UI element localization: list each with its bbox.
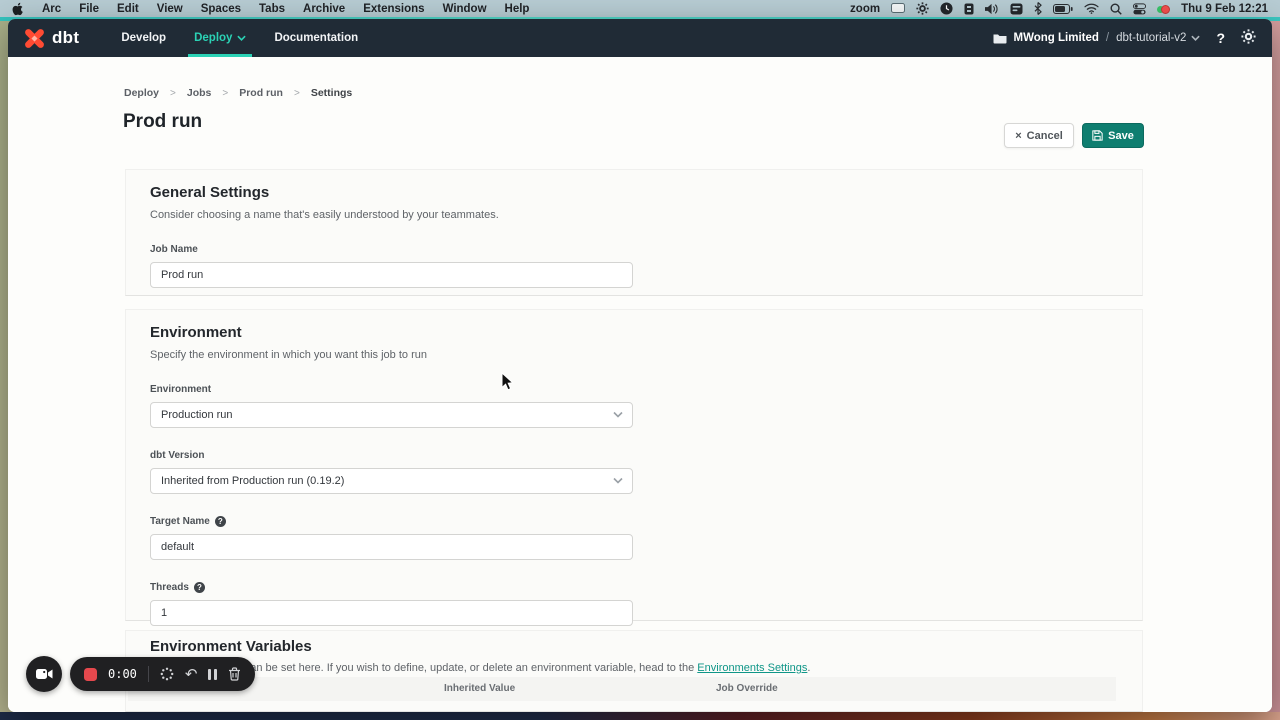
recording-timer: 0:00: [108, 667, 137, 681]
environments-settings-link[interactable]: Environments Settings: [697, 662, 807, 674]
environment-label: Environment: [150, 383, 1118, 396]
chevron-down-icon: [1191, 35, 1200, 41]
threads-label: Threads ?: [150, 581, 1118, 594]
wifi-icon[interactable]: [1084, 3, 1099, 14]
column-header-job-override: Job Override: [716, 677, 778, 701]
menubar-menu-help[interactable]: Help: [505, 3, 530, 15]
environment-variables-section: Environment Variables Job level override…: [125, 630, 1143, 712]
wallpaper-strip: [0, 712, 1280, 720]
job-name-input[interactable]: [150, 262, 633, 288]
close-icon: ×: [1015, 130, 1021, 142]
undo-icon[interactable]: ↶: [185, 667, 198, 682]
screen-share-icon[interactable]: [891, 3, 905, 14]
menubar-menu-window[interactable]: Window: [443, 3, 487, 15]
threads-input[interactable]: [150, 600, 633, 626]
pause-icon[interactable]: [208, 669, 217, 680]
breadcrumb-separator: >: [222, 88, 228, 99]
project-name[interactable]: dbt-tutorial-v2: [1116, 32, 1200, 44]
save-disk-icon: [1092, 130, 1103, 141]
menubar-clock[interactable]: Thu 9 Feb 12:21: [1181, 3, 1268, 15]
account-name: MWong Limited: [1014, 32, 1099, 44]
recorder-toolbar: 0:00 ↶: [70, 657, 255, 691]
dbt-version-label: dbt Version: [150, 449, 1118, 462]
breadcrumb: Deploy > Jobs > Prod run > Settings: [124, 87, 352, 99]
section-heading: Environment Variables: [150, 638, 1118, 656]
dbt-logo-icon: [24, 28, 45, 49]
recording-indicator-icon[interactable]: [1157, 4, 1170, 14]
menubar-menu-extensions[interactable]: Extensions: [363, 3, 424, 15]
breadcrumb-jobs[interactable]: Jobs: [187, 87, 212, 99]
camera-toggle-button[interactable]: [26, 656, 62, 692]
settings-page: Deploy > Jobs > Prod run > Settings Prod…: [8, 57, 1272, 712]
battery-icon[interactable]: [1053, 4, 1073, 14]
chevron-down-icon: [613, 477, 623, 484]
settings-gear-icon[interactable]: [1241, 29, 1256, 47]
breadcrumb-separator: >: [294, 88, 300, 99]
menubar-menu-tabs[interactable]: Tabs: [259, 3, 285, 15]
nav-item-documentation[interactable]: Documentation: [262, 19, 370, 57]
page-title: Prod run: [123, 111, 202, 133]
section-description: Job level overrides can be set here. If …: [150, 662, 1118, 675]
breadcrumb-deploy[interactable]: Deploy: [124, 87, 159, 99]
save-button[interactable]: Save: [1082, 123, 1144, 148]
chevron-down-icon: [237, 35, 246, 41]
stop-recording-button[interactable]: [84, 668, 97, 681]
brand-name: dbt: [52, 28, 79, 48]
clock-icon[interactable]: [940, 2, 953, 15]
bluetooth-icon[interactable]: [1034, 2, 1042, 15]
environment-select[interactable]: Production run: [150, 402, 633, 428]
control-center-icon[interactable]: [1133, 3, 1146, 15]
breadcrumb-prod-run[interactable]: Prod run: [239, 87, 283, 99]
help-tooltip-icon[interactable]: ?: [215, 516, 226, 527]
path-separator: /: [1106, 32, 1109, 44]
spotlight-search-icon[interactable]: [1110, 3, 1122, 15]
breadcrumb-separator: >: [170, 88, 176, 99]
help-button[interactable]: ?: [1213, 30, 1228, 46]
mouse-cursor: [501, 372, 514, 396]
target-name-label: Target Name ?: [150, 515, 1118, 528]
nav-item-develop[interactable]: Develop: [109, 19, 178, 57]
help-tooltip-icon[interactable]: ?: [194, 582, 205, 593]
app-status-icon[interactable]: [964, 3, 974, 15]
dbt-navbar: dbt Develop Deploy Documentation MWong L…: [8, 19, 1272, 57]
apple-menu-icon[interactable]: [12, 2, 24, 16]
section-heading: Environment: [150, 324, 1118, 342]
menubar-menu-archive[interactable]: Archive: [303, 3, 345, 15]
breadcrumb-settings: Settings: [311, 87, 352, 99]
chevron-down-icon: [613, 411, 623, 418]
folder-icon: [993, 33, 1007, 44]
section-description: Specify the environment in which you wan…: [150, 349, 1118, 362]
menubar-menu-edit[interactable]: Edit: [117, 3, 139, 15]
gear-icon[interactable]: [916, 2, 929, 15]
general-settings-section: General Settings Consider choosing a nam…: [125, 169, 1143, 296]
account-switcher[interactable]: MWong Limited / dbt-tutorial-v2: [993, 32, 1201, 44]
menubar-menu-spaces[interactable]: Spaces: [201, 3, 241, 15]
environment-section: Environment Specify the environment in w…: [125, 309, 1143, 621]
dbt-brand[interactable]: dbt: [24, 28, 79, 49]
variables-table-header: Inherited Value Job Override: [128, 677, 1116, 701]
browser-window: dbt Develop Deploy Documentation MWong L…: [8, 19, 1272, 712]
divider: [148, 666, 149, 682]
menubar-menu-file[interactable]: File: [79, 3, 99, 15]
menubar-app-menu[interactable]: Arc: [42, 3, 61, 15]
job-name-label: Job Name: [150, 243, 1118, 256]
target-name-input[interactable]: [150, 534, 633, 560]
column-header-inherited-value: Inherited Value: [444, 677, 515, 701]
macos-menubar: Arc File Edit View Spaces Tabs Archive E…: [0, 0, 1280, 17]
dbt-version-select[interactable]: Inherited from Production run (0.19.2): [150, 468, 633, 494]
cancel-button[interactable]: × Cancel: [1004, 123, 1074, 148]
menubar-menu-view[interactable]: View: [157, 3, 183, 15]
trash-icon[interactable]: [228, 667, 241, 681]
section-description: Consider choosing a name that's easily u…: [150, 209, 1118, 222]
nav-item-deploy[interactable]: Deploy: [182, 19, 258, 57]
zoom-app-label[interactable]: zoom: [850, 3, 880, 15]
click-highlight-icon[interactable]: [160, 667, 174, 681]
video-camera-icon: [36, 668, 53, 680]
section-heading: General Settings: [150, 184, 1118, 202]
volume-icon[interactable]: [985, 3, 999, 15]
display-settings-icon[interactable]: [1010, 3, 1023, 15]
